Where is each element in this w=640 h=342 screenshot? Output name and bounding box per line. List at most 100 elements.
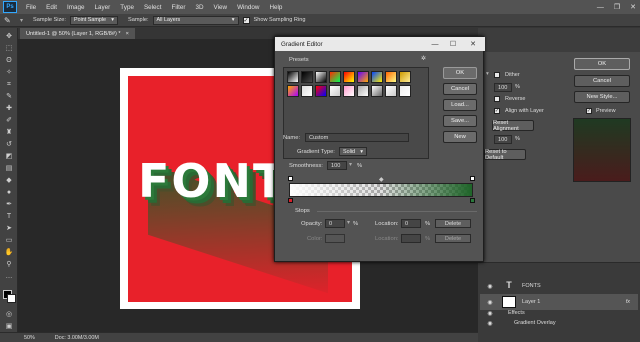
menu-view[interactable]: View [209,4,233,11]
gradient-preset-swatch[interactable] [343,85,355,97]
healing-tool-icon[interactable]: ✚ [4,104,14,113]
color-location-input[interactable] [401,234,421,243]
effects-row[interactable]: ◉ Effects [480,308,638,318]
gradient-preset-swatch[interactable] [385,85,397,97]
gradient-preset-swatch[interactable] [371,71,383,83]
load-button[interactable]: Load... [443,99,477,111]
move-tool-icon[interactable]: ✥ [4,32,14,41]
ok-button[interactable]: OK [443,67,477,79]
gradient-preset-swatch[interactable] [385,71,397,83]
eyedropper-tool-icon[interactable]: ✎ [4,92,14,101]
zoom-level[interactable]: 50% [24,335,35,341]
eye-icon[interactable]: ◉ [486,283,494,290]
type-tool-icon[interactable]: T [4,212,14,221]
eye-icon[interactable]: ◉ [486,320,494,327]
delete-color-stop-button[interactable]: Delete [435,234,471,243]
gradient-preset-swatch[interactable] [287,71,299,83]
reverse-checkbox[interactable] [494,96,500,102]
menu-layer[interactable]: Layer [90,4,116,11]
hand-tool-icon[interactable]: ✋ [4,248,14,257]
gradient-preset-swatch[interactable] [315,71,327,83]
gradient-editor-titlebar[interactable]: Gradient Editor — ☐ ✕ [275,37,485,51]
sample-size-select[interactable]: Point Sample ▾ [69,15,118,25]
marquee-tool-icon[interactable]: ⬚ [4,44,14,53]
blend-dropdown-arrow-icon[interactable]: ▾ [486,71,489,77]
reset-alignment-button[interactable]: Reset Alignment [492,120,534,132]
menu-file[interactable]: File [21,4,41,11]
gradient-tool-icon[interactable]: ▤ [4,164,14,173]
restore-button[interactable]: ❐ [614,3,620,11]
gradient-preset-swatch[interactable] [343,71,355,83]
screen-mode-icon[interactable]: ▣ [4,322,14,331]
name-input[interactable]: Custom [305,133,409,142]
dither-checkbox[interactable] [494,72,500,78]
more-tools-icon[interactable]: … [4,272,14,281]
minimize-icon[interactable]: — [427,37,443,51]
color-stop-right[interactable] [470,198,475,203]
eyedropper-tool-icon[interactable]: ✎ [4,16,16,25]
ls-opacity-input[interactable]: 100 [494,83,512,92]
gradient-type-select[interactable]: Solid ▾ [339,147,367,156]
save-button[interactable]: Save... [443,115,477,127]
eye-icon[interactable]: ◉ [486,299,494,306]
quick-mask-icon[interactable]: ◎ [4,310,14,319]
new-style-button[interactable]: New Style... [574,91,630,103]
ls-scale-input[interactable]: 100 [494,135,512,144]
gradient-preset-swatch[interactable] [371,85,383,97]
menu-select[interactable]: Select [139,4,167,11]
presets-gear-icon[interactable]: ✲ [421,56,426,62]
lasso-tool-icon[interactable]: ʘ [4,56,14,65]
eraser-tool-icon[interactable]: ◩ [4,152,14,161]
new-button[interactable]: New [443,131,477,143]
gradient-preset-swatch[interactable] [329,71,341,83]
menu-edit[interactable]: Edit [41,4,62,11]
layer-row-fonts[interactable]: ◉ T FONTS [480,278,638,294]
maximize-icon[interactable]: ☐ [445,37,461,51]
reset-to-default-button[interactable]: Reset to Default [484,149,526,161]
minimize-button[interactable]: — [597,4,604,11]
location-input[interactable]: 0 [401,219,421,228]
show-sampling-ring-checkbox[interactable]: ✓ [242,16,250,24]
gradient-preset-swatch[interactable] [399,85,411,97]
path-select-tool-icon[interactable]: ➤ [4,224,14,233]
zoom-tool-icon[interactable]: ⚲ [4,260,14,269]
smoothness-input[interactable]: 100 [327,161,347,170]
color-swatch-field[interactable] [325,234,345,243]
opacity-stop-left[interactable] [288,176,293,181]
opacity-input[interactable]: 0 [325,219,345,228]
opacity-stop-right[interactable] [470,176,475,181]
gradient-preset-swatch[interactable] [315,85,327,97]
gradient-preset-swatch[interactable] [357,71,369,83]
menu-window[interactable]: Window [232,4,264,11]
close-tab-icon[interactable]: × [126,31,129,37]
menu-filter[interactable]: Filter [166,4,190,11]
close-icon[interactable]: ✕ [465,37,481,51]
gradient-preset-swatch[interactable] [301,71,313,83]
sample-select[interactable]: All Layers ▾ [152,15,239,25]
brush-tool-icon[interactable]: ✐ [4,116,14,125]
gradient-overlay-row[interactable]: ◉ Gradient Overlay [480,318,638,328]
history-brush-icon[interactable]: ↺ [4,140,14,149]
gradient-preset-swatch[interactable] [329,85,341,97]
menu-image[interactable]: Image [62,4,90,11]
ls-cancel-button[interactable]: Cancel [574,75,630,87]
dodge-tool-icon[interactable]: ● [4,188,14,197]
preview-checkbox[interactable]: ✓ [586,108,592,114]
gradient-preset-swatch[interactable] [357,85,369,97]
presets-grid[interactable] [283,67,429,159]
smoothness-arrow-icon[interactable]: ▾ [349,162,352,168]
menu-3d[interactable]: 3D [190,4,208,11]
color-stop-left[interactable] [288,198,293,203]
ls-ok-button[interactable]: OK [574,58,630,70]
gradient-preset-swatch[interactable] [399,71,411,83]
fx-icon[interactable]: fx [626,299,630,305]
midpoint-diamond-icon[interactable]: ◆ [379,176,384,183]
gradient-preview-bar[interactable] [289,183,473,197]
tool-preset-arrow-icon[interactable]: ▾ [20,17,23,24]
close-button[interactable]: ✕ [630,3,636,11]
gradient-preset-swatch[interactable] [287,85,299,97]
menu-help[interactable]: Help [264,4,287,11]
align-with-layer-checkbox[interactable]: ✓ [494,108,500,114]
delete-opacity-stop-button[interactable]: Delete [435,219,471,228]
crop-tool-icon[interactable]: ⌗ [4,80,14,89]
